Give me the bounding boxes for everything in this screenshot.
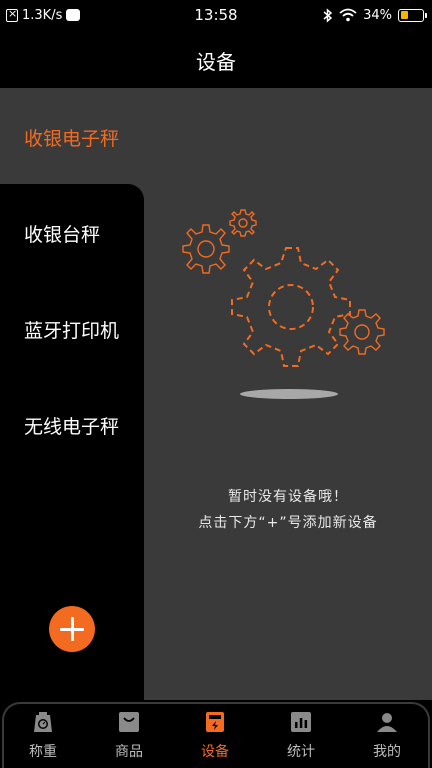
bag-icon: [119, 712, 139, 732]
empty-state-hint: 点击下方“+”号添加新设备: [198, 515, 378, 531]
bottom-nav: 称重 商品 设备 统计 我的: [0, 700, 432, 768]
nav-label: 统计: [287, 744, 315, 760]
nav-item-mine[interactable]: 我的: [344, 700, 430, 768]
empty-gears-illustration: [182, 209, 385, 399]
nav-label: 我的: [373, 744, 401, 760]
small-gear-icon: [229, 209, 257, 237]
nav-item-weigh[interactable]: 称重: [0, 700, 86, 768]
gear-shadow: [240, 389, 338, 399]
status-bar: 1.3K/s 13:58 34%: [0, 0, 432, 30]
category-item[interactable]: 蓝牙打印机: [24, 316, 119, 343]
bluetooth-icon: [323, 7, 333, 23]
nav-label: 称重: [29, 744, 57, 760]
battery-level: [400, 11, 408, 19]
nav-item-devices[interactable]: 设备: [172, 700, 258, 768]
large-gear-icon: [231, 247, 351, 367]
device-icon: [206, 712, 224, 732]
main-content: 收银电子秤 收银台秤 蓝牙打印机 无线电子秤 暂时没有设备哦！ 点击下方“+”号…: [0, 88, 432, 704]
category-item[interactable]: 无线电子秤: [24, 412, 119, 439]
battery-icon: [398, 8, 427, 22]
battery-percent: 34%: [363, 7, 392, 23]
sidebar: 收银台秤 蓝牙打印机 无线电子秤: [0, 184, 144, 704]
nav-item-statistics[interactable]: 统计: [258, 700, 344, 768]
nav-item-products[interactable]: 商品: [86, 700, 172, 768]
wifi-icon: [339, 8, 357, 22]
user-icon: [377, 713, 397, 732]
scale-icon: [34, 712, 52, 732]
category-active[interactable]: 收银电子秤: [24, 124, 119, 151]
header: 设备: [0, 30, 432, 88]
large-gear-hub: [268, 284, 314, 330]
right-gear-icon: [339, 309, 385, 355]
page-title: 设备: [196, 50, 236, 74]
add-device-button[interactable]: [49, 606, 95, 652]
nav-label: 商品: [115, 744, 143, 760]
empty-state-title: 暂时没有设备哦！: [228, 489, 348, 505]
nav-label: 设备: [201, 744, 229, 760]
category-item[interactable]: 收银台秤: [24, 220, 100, 247]
left-gear-icon: [182, 224, 230, 274]
status-right: 34%: [323, 6, 427, 24]
stats-icon: [291, 712, 311, 732]
